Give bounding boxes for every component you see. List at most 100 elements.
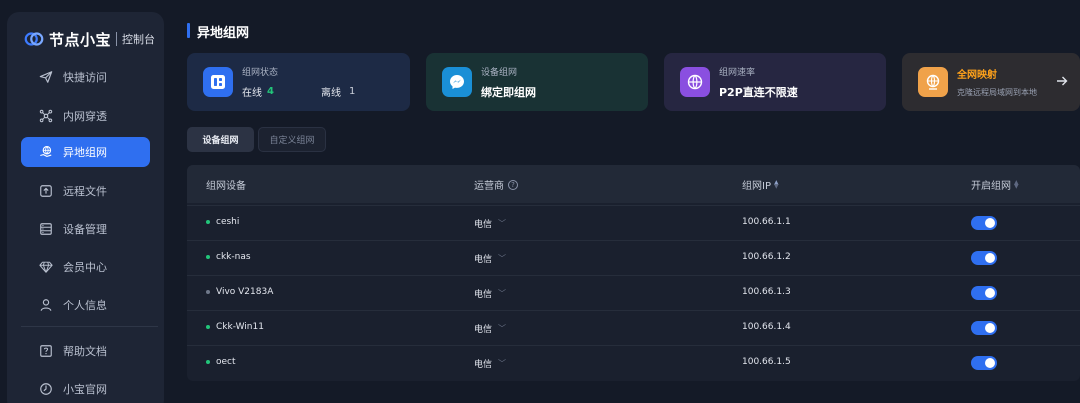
- online-dot: [206, 255, 210, 259]
- card-label: 组网状态: [242, 68, 279, 78]
- map-globe-icon: [918, 67, 948, 97]
- card-label: 组网速率: [719, 67, 756, 78]
- sidebar-item-label: 快捷访问: [63, 71, 107, 84]
- sidebar-item-label: 远程文件: [63, 185, 107, 198]
- network-toggle[interactable]: [971, 216, 997, 230]
- upload-file-icon: [39, 184, 53, 198]
- sidebar-item-label: 异地组网: [63, 146, 107, 159]
- sidebar-item-quick-access[interactable]: 快捷访问: [21, 62, 150, 92]
- column-header-ip[interactable]: 组网IP ▲ ▼: [742, 177, 779, 192]
- chevron-down-icon: ﹀: [498, 254, 507, 263]
- carrier-select[interactable]: 电信 ﹀: [474, 287, 506, 300]
- chevron-down-icon: ﹀: [498, 359, 507, 368]
- network-toggle[interactable]: [971, 321, 997, 335]
- card-title: 全网映射: [957, 70, 997, 81]
- status-icon: [203, 67, 233, 97]
- sidebar-item-device-mgmt[interactable]: 设备管理: [21, 214, 150, 244]
- table-row: Ckk-Win11 电信 ﹀ 100.66.1.4: [187, 310, 1080, 345]
- sidebar-item-label: 内网穿透: [63, 110, 107, 123]
- tab-custom-network[interactable]: 自定义组网: [258, 127, 326, 152]
- sidebar-item-membership[interactable]: 会员中心: [21, 252, 150, 282]
- globe-icon: [680, 67, 710, 97]
- chevron-down-icon: ﹀: [498, 289, 507, 298]
- carrier-select[interactable]: 电信 ﹀: [474, 252, 506, 265]
- online-dot: [206, 325, 210, 329]
- device-name-cell: ckk-nas: [206, 252, 251, 262]
- table-row: Vivo V2183A 电信 ﹀ 100.66.1.3: [187, 275, 1080, 310]
- server-icon: [39, 222, 53, 236]
- sort-icon[interactable]: ▲ ▼: [1014, 179, 1019, 189]
- carrier-select[interactable]: 电信 ﹀: [474, 217, 506, 230]
- sidebar-divider: [21, 326, 158, 327]
- paper-plane-icon: [39, 70, 53, 84]
- sidebar-item-label: 个人信息: [63, 299, 107, 312]
- carrier-select[interactable]: 电信 ﹀: [474, 357, 506, 370]
- device-name-cell: Ckk-Win11: [206, 322, 264, 332]
- globe-hand-icon: [39, 145, 53, 159]
- column-header-device: 组网设备: [206, 181, 246, 192]
- offline-label: 离线: [320, 88, 341, 99]
- sidebar-item-label: 设备管理: [63, 223, 107, 236]
- card-value: P2P直连不限速: [719, 85, 798, 99]
- sort-icon[interactable]: ▲ ▼: [774, 179, 779, 189]
- table-header: 组网设备 运营商 ? 组网IP ▲ ▼ 开启组网 ▲ ▼: [187, 165, 1080, 203]
- sidebar-item-profile[interactable]: 个人信息: [21, 290, 150, 320]
- tab-device-network[interactable]: 设备组网: [187, 127, 254, 152]
- device-name-cell: Vivo V2183A: [206, 287, 273, 297]
- sidebar-item-remote-network[interactable]: 异地组网: [21, 137, 150, 167]
- page-title: 异地组网: [187, 22, 249, 41]
- help-doc-icon: [39, 344, 53, 358]
- online-dot: [206, 360, 210, 364]
- brand[interactable]: 节点小宝 控制台: [23, 26, 155, 52]
- chevron-down-icon: ﹀: [498, 219, 507, 228]
- user-icon: [39, 298, 53, 312]
- carrier-select[interactable]: 电信 ﹀: [474, 322, 506, 335]
- sidebar-item-label: 小宝官网: [63, 383, 107, 396]
- sidebar-item-label: 帮助文档: [63, 345, 107, 358]
- messenger-icon: [442, 67, 472, 97]
- card-subtitle: 克隆远程局域网到本地: [957, 88, 1037, 97]
- ip-cell: 100.66.1.3: [742, 287, 791, 297]
- card-device-network: 设备组网 绑定即组网: [426, 53, 648, 111]
- sidebar: 节点小宝 控制台 快捷访问 内网穿透 异地组网 远程文件 设备管理 会员中心 个…: [7, 12, 164, 403]
- table-row: oect 电信 ﹀ 100.66.1.5: [187, 345, 1080, 380]
- sidebar-item-tunnel[interactable]: 内网穿透: [21, 101, 150, 131]
- online-count: 4: [267, 86, 274, 97]
- device-name-cell: ceshi: [206, 217, 239, 227]
- offline-count: 1: [348, 86, 356, 97]
- sidebar-item-help-docs[interactable]: 帮助文档: [21, 336, 150, 366]
- column-header-carrier: 运营商 ?: [474, 177, 518, 192]
- ip-cell: 100.66.1.5: [742, 357, 791, 367]
- card-label: 设备组网: [481, 67, 518, 78]
- table-row: ceshi 电信 ﹀ 100.66.1.1: [187, 205, 1080, 240]
- online-dot: [206, 220, 210, 224]
- brand-logo-icon: [24, 32, 44, 46]
- diamond-icon: [39, 260, 53, 274]
- offline-dot: [206, 290, 210, 294]
- ip-cell: 100.66.1.4: [742, 322, 791, 332]
- ip-cell: 100.66.1.2: [742, 252, 791, 262]
- card-full-mapping[interactable]: 全网映射 克隆远程局域网到本地: [902, 53, 1080, 111]
- network-toggle[interactable]: [971, 286, 997, 300]
- card-value: 绑定即组网: [481, 85, 536, 99]
- device-name-cell: oect: [206, 357, 236, 367]
- column-header-enable[interactable]: 开启组网 ▲ ▼: [971, 177, 1019, 192]
- card-network-status: 组网状态 在线 4 离线 1: [187, 53, 410, 111]
- arrow-right-icon[interactable]: [1056, 75, 1068, 87]
- brand-separator: [116, 32, 118, 46]
- table-row: ckk-nas 电信 ﹀ 100.66.1.2: [187, 240, 1080, 275]
- brand-name: 节点小宝: [49, 30, 112, 49]
- chevron-down-icon: ﹀: [498, 324, 507, 333]
- brand-subtitle: 控制台: [122, 33, 156, 46]
- network-toggle[interactable]: [971, 251, 997, 265]
- sidebar-item-official-site[interactable]: 小宝官网: [21, 374, 150, 403]
- sidebar-item-label: 会员中心: [63, 261, 107, 274]
- card-network-speed: 组网速率 P2P直连不限速: [664, 53, 886, 111]
- sidebar-item-remote-files[interactable]: 远程文件: [21, 176, 150, 206]
- clock-globe-icon: [39, 382, 53, 396]
- network-nodes-icon: [39, 109, 53, 123]
- ip-cell: 100.66.1.1: [742, 217, 791, 227]
- device-table: 组网设备 运营商 ? 组网IP ▲ ▼ 开启组网 ▲ ▼ ceshi 电信 ﹀ 100…: [187, 165, 1080, 381]
- help-icon[interactable]: ?: [508, 179, 518, 190]
- network-toggle[interactable]: [971, 356, 997, 370]
